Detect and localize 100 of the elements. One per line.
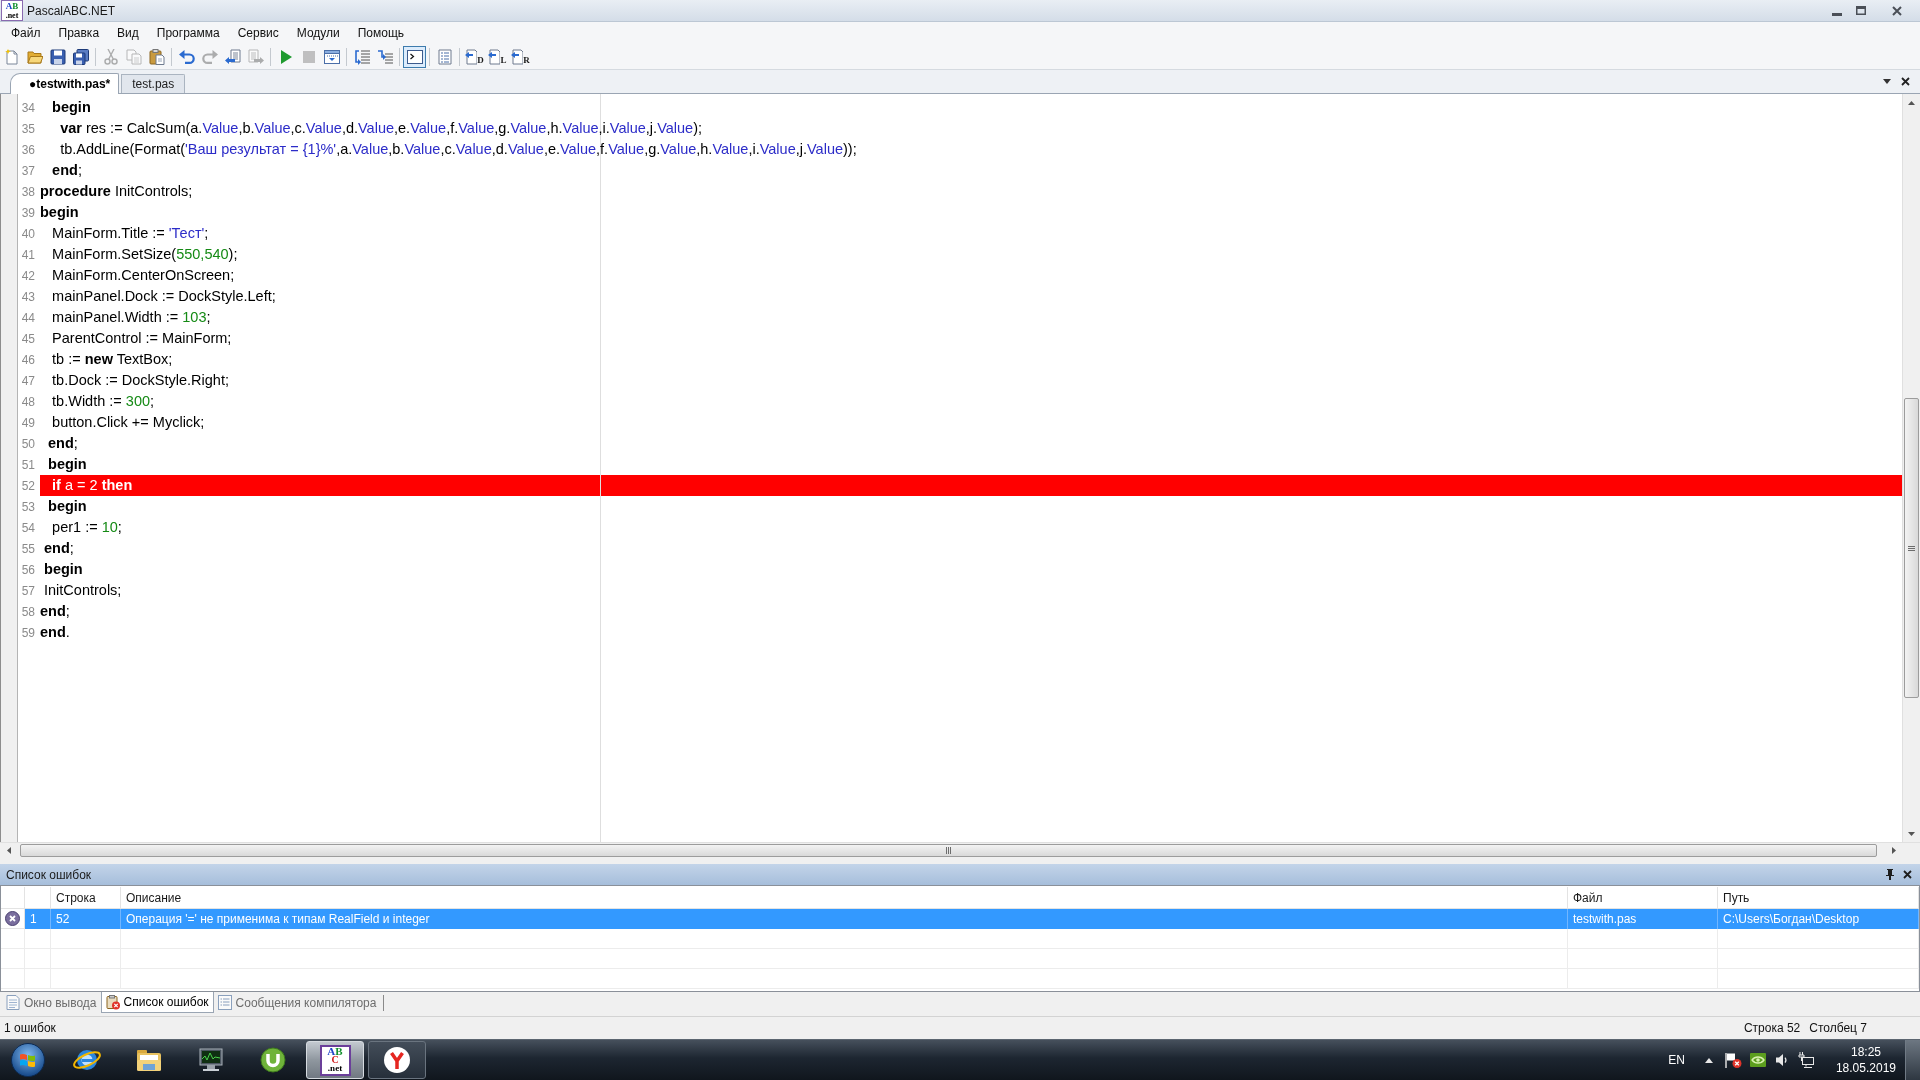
scrollbar-thumb[interactable] — [1904, 398, 1919, 698]
empty-cell — [1, 929, 25, 949]
code-line: end; — [47, 435, 78, 452]
code-line: end; — [40, 603, 70, 620]
close-icon[interactable] — [1901, 77, 1910, 86]
line-number: 44 — [21, 310, 35, 325]
line-number: 40 — [21, 226, 35, 241]
toolbar-button[interactable]: R — [511, 48, 530, 65]
line-number: 39 — [21, 205, 35, 220]
code-line: tb.Dock := DockStyle.Right; — [51, 372, 229, 389]
taskbar-button[interactable] — [368, 1041, 426, 1079]
menu-item[interactable]: Вид — [108, 24, 148, 42]
toolbar-button[interactable]: D — [465, 48, 484, 65]
speaker-icon[interactable] — [1775, 1053, 1788, 1067]
arrow-up-icon[interactable] — [1908, 100, 1915, 105]
code-line: begin — [47, 498, 87, 515]
code-line: mainPanel.Dock := DockStyle.Left; — [51, 288, 276, 305]
code-line: tb.Width := 300; — [51, 393, 155, 410]
line-number: 53 — [21, 499, 35, 514]
code-line: begin — [40, 204, 79, 221]
menu-item[interactable]: Сервис — [228, 24, 288, 42]
menu-item[interactable]: Программа — [147, 24, 229, 42]
empty-cell — [25, 929, 51, 949]
clipboard-icon[interactable] — [148, 48, 165, 65]
arrow-down-icon[interactable] — [1908, 831, 1915, 836]
line-number: 58 — [21, 604, 35, 619]
code-line: end; — [43, 540, 74, 557]
undo-icon[interactable] — [178, 48, 195, 65]
line-number: 55 — [21, 541, 35, 556]
clipboard-error-icon — [105, 994, 120, 1010]
code-line: MainForm.CenterOnScreen; — [51, 267, 235, 284]
panel-tab[interactable]: Список ошибок — [100, 992, 214, 1013]
panel-tab[interactable]: Сообщения компилятора — [213, 992, 381, 1013]
line-number: 35 — [21, 121, 35, 136]
file-tab[interactable]: ●testwith.pas* — [10, 73, 120, 94]
menu-item[interactable]: Файл — [2, 24, 50, 42]
line-number: 50 — [21, 436, 35, 451]
u-circle-icon[interactable] — [258, 1045, 288, 1075]
error-icon — [5, 911, 20, 926]
pin-icon[interactable] — [1886, 869, 1894, 880]
window-arrows-icon[interactable] — [323, 48, 340, 65]
document-arrow-icon[interactable] — [224, 48, 241, 65]
code-line: MainForm.Title := 'Тест'; — [51, 225, 209, 242]
panel-title: Список ошибок — [6, 866, 92, 884]
flag-error-icon[interactable] — [1724, 1052, 1742, 1068]
table-cell: testwith.pas — [1568, 909, 1718, 929]
grip-icon — [1908, 545, 1915, 551]
network-icon[interactable] — [1797, 1052, 1814, 1068]
line-number: 47 — [21, 373, 35, 388]
floppy-disks-icon[interactable] — [72, 48, 89, 65]
lines-arrow-icon[interactable] — [376, 48, 393, 65]
empty-cell — [1, 949, 25, 969]
line-number: 37 — [21, 163, 35, 178]
code-line: end; — [51, 162, 82, 179]
show-desktop-button[interactable] — [1905, 1040, 1920, 1080]
table-cell: C:\Users\Богдан\Desktop — [1718, 909, 1919, 929]
open-folder-icon[interactable] — [26, 48, 43, 65]
orb-icon[interactable] — [11, 1043, 45, 1077]
panel-tab[interactable]: Окно вывода — [2, 992, 101, 1013]
table-cell: 1 — [25, 909, 51, 929]
maximize-icon[interactable] — [1856, 6, 1866, 15]
eye-logo-icon[interactable] — [1749, 1053, 1766, 1067]
lines-arrow-icon[interactable] — [353, 48, 370, 65]
triangle-up-icon[interactable] — [1704, 1057, 1713, 1063]
line-number: 49 — [21, 415, 35, 430]
caret-down-icon[interactable] — [1883, 79, 1891, 84]
code-line: begin — [43, 561, 83, 578]
close-icon[interactable] — [1903, 870, 1912, 879]
line-number: 34 — [21, 100, 35, 115]
language-indicator[interactable]: EN — [1668, 1051, 1685, 1069]
toolbar-button[interactable]: L — [488, 48, 507, 65]
code-line: mainPanel.Width := 103; — [51, 309, 211, 326]
file-tab[interactable]: test.pas — [121, 74, 186, 93]
document-arrow-icon — [511, 48, 524, 65]
menu-item[interactable]: Помощь — [348, 24, 414, 42]
minimize-icon[interactable] — [1832, 12, 1842, 16]
code-line: tb := new TextBox; — [51, 351, 173, 368]
menu-item[interactable]: Модули — [287, 24, 349, 42]
status-text: Столбец 7 — [1809, 1020, 1867, 1037]
list-icon — [217, 995, 232, 1010]
code-line: MainForm.SetSize(550,540); — [51, 246, 238, 263]
line-number: 42 — [21, 268, 35, 283]
line-number: 56 — [21, 562, 35, 577]
line-number: 43 — [21, 289, 35, 304]
clock-date[interactable]: 18.05.2019 — [1835, 1060, 1896, 1076]
line-number: 52 — [21, 478, 35, 493]
menu-item[interactable]: Правка — [49, 24, 109, 42]
taskbar-button[interactable]: AB C .net — [306, 1041, 364, 1079]
document-arrow-icon — [488, 48, 501, 65]
code-line: per1 := 10; — [51, 519, 122, 536]
grip-icon — [946, 846, 951, 854]
code-line: begin — [47, 456, 87, 473]
document-icon — [6, 995, 20, 1010]
app-logo: AB .net — [1, 0, 23, 21]
line-number: 48 — [21, 394, 35, 409]
close-icon[interactable] — [1892, 5, 1902, 16]
clock-time[interactable]: 18:25 — [1850, 1044, 1881, 1060]
arrow-right-icon[interactable] — [1891, 846, 1896, 854]
arrow-left-icon[interactable] — [6, 846, 11, 854]
line-number: 57 — [21, 583, 35, 598]
